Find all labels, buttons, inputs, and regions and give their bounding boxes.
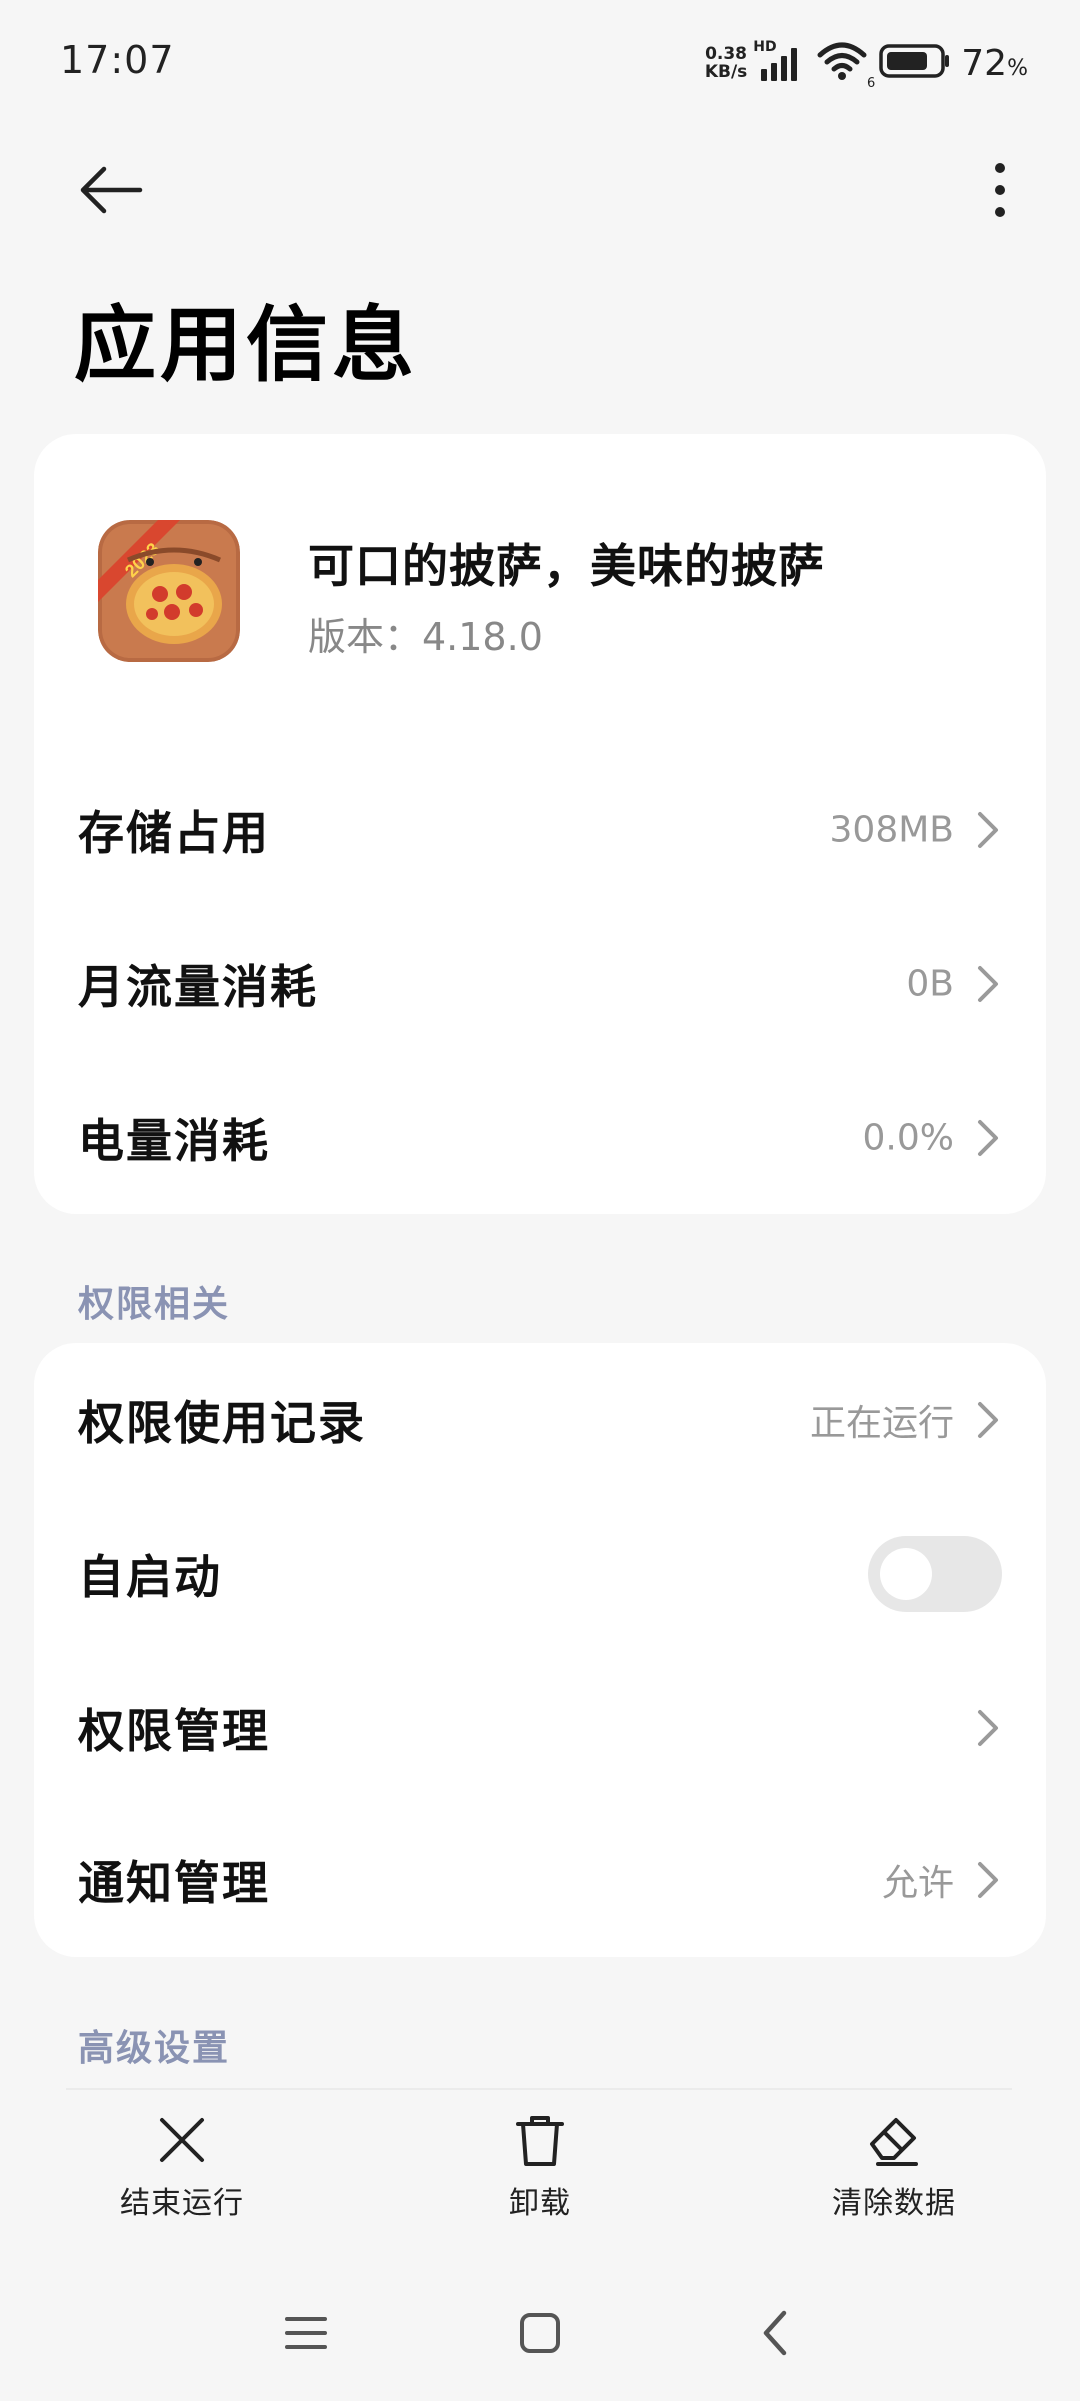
arrow-left-icon — [80, 166, 143, 214]
divider — [66, 2088, 1012, 2090]
chevron-right-icon — [978, 966, 998, 1002]
battery-percentage: 72% — [961, 43, 1028, 84]
permission-usage-record-row[interactable]: 权限使用记录 正在运行 — [34, 1343, 1046, 1497]
page-title: 应用信息 — [74, 298, 419, 393]
permissions-card: 权限使用记录 正在运行 自启动 权限管理 通知管理 允许 — [34, 1343, 1046, 1957]
autostart-toggle[interactable] — [868, 1536, 1002, 1612]
clear-data-button[interactable]: 清除数据 — [774, 2110, 1014, 2230]
row-label: 电量消耗 — [78, 1114, 270, 1168]
force-stop-button[interactable]: 结束运行 — [62, 2110, 302, 2230]
chevron-right-icon — [978, 1402, 998, 1438]
app-name: 可口的披萨，美味的披萨 — [308, 539, 825, 593]
action-label: 结束运行 — [120, 2186, 244, 2221]
battery-icon — [879, 43, 951, 83]
storage-usage-row[interactable]: 存储占用 308MB — [34, 753, 1046, 907]
chevron-right-icon — [978, 1710, 998, 1746]
app-header: 2023 可口的披萨，美味的披萨 版本：4.18.0 — [34, 434, 1046, 734]
system-nav-bar — [0, 2290, 1080, 2380]
back-chevron-icon — [763, 2310, 787, 2356]
row-value: 0.0% — [862, 1117, 954, 1159]
status-time: 17:07 — [60, 38, 175, 82]
battery-usage-row[interactable]: 电量消耗 0.0% — [34, 1061, 1046, 1215]
wifi-standard-badge: 6 — [867, 76, 876, 91]
row-value: 正在运行 — [809, 1403, 954, 1444]
row-value: 0B — [906, 963, 954, 1005]
row-value: 允许 — [881, 1863, 954, 1904]
back-button[interactable] — [66, 148, 156, 232]
eraser-icon — [870, 2118, 918, 2166]
row-value: 308MB — [829, 809, 954, 851]
toggle-knob — [880, 1548, 932, 1600]
data-usage-row[interactable]: 月流量消耗 0B — [34, 907, 1046, 1061]
more-vertical-icon — [995, 163, 1005, 217]
more-options-button[interactable] — [960, 148, 1040, 232]
permission-management-row[interactable]: 权限管理 — [34, 1651, 1046, 1805]
row-label: 权限管理 — [78, 1704, 270, 1758]
home-square-icon — [520, 2313, 560, 2353]
bottom-action-bar: 结束运行 卸载 清除数据 — [0, 2110, 1080, 2230]
autostart-row: 自启动 — [34, 1497, 1046, 1651]
close-icon — [160, 2118, 204, 2162]
wifi-icon: 6 — [817, 41, 875, 91]
home-button[interactable] — [500, 2298, 580, 2368]
network-speed-value: 0.38 — [705, 44, 748, 64]
row-label: 权限使用记录 — [78, 1396, 366, 1450]
section-title-permissions: 权限相关 — [78, 1284, 231, 1325]
row-label: 自启动 — [78, 1550, 222, 1604]
chevron-right-icon — [978, 1862, 998, 1898]
battery-level: 72 — [961, 42, 1008, 84]
action-label: 卸载 — [509, 2186, 571, 2221]
app-version: 版本：4.18.0 — [308, 615, 543, 659]
row-label: 存储占用 — [78, 806, 270, 860]
status-icons: 0.38 KB/s HD 6 72% — [705, 39, 1028, 91]
section-title-advanced: 高级设置 — [78, 2028, 231, 2069]
toolbar — [0, 140, 1080, 240]
recent-apps-button[interactable] — [266, 2298, 346, 2368]
signal-icon: HD — [753, 39, 805, 83]
row-label: 月流量消耗 — [78, 960, 318, 1014]
chevron-right-icon — [978, 812, 998, 848]
notification-management-row[interactable]: 通知管理 允许 — [34, 1803, 1046, 1957]
app-info-card: 2023 可口的披萨，美味的披萨 版本：4.18.0 存储占用 308MB 月流… — [34, 434, 1046, 1214]
uninstall-button[interactable]: 卸载 — [420, 2110, 660, 2230]
trash-icon — [516, 2116, 564, 2166]
status-bar: 17:07 0.38 KB/s HD 6 72% — [0, 0, 1080, 126]
network-type-label: HD — [753, 39, 777, 55]
network-speed: 0.38 KB/s — [705, 45, 747, 81]
network-speed-unit: KB/s — [704, 62, 748, 82]
pizza-app-icon: 2023 — [98, 520, 240, 662]
action-label: 清除数据 — [832, 2186, 956, 2221]
system-back-button[interactable] — [734, 2298, 814, 2368]
battery-unit: % — [1007, 55, 1028, 81]
menu-icon — [285, 2317, 327, 2349]
chevron-right-icon — [978, 1120, 998, 1156]
row-label: 通知管理 — [78, 1856, 270, 1910]
